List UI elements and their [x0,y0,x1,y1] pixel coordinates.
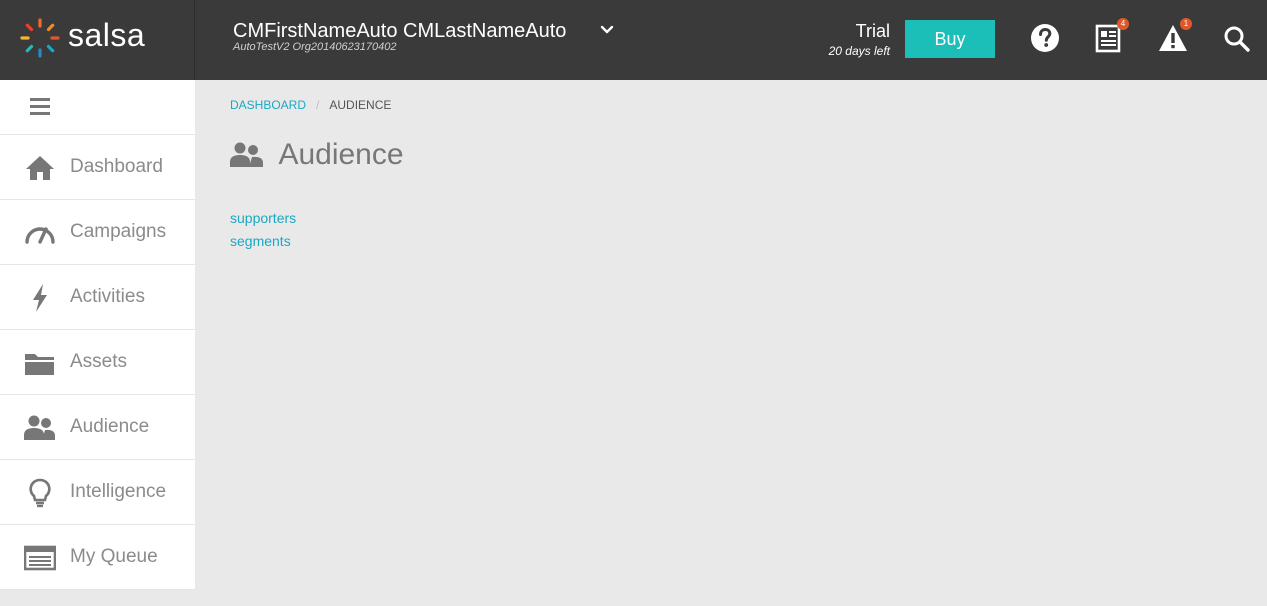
sidebar-item-dashboard[interactable]: Dashboard [0,135,195,200]
trial-days-left: 20 days left [828,44,890,58]
top-bar: salsa CMFirstNameAuto CMLastNameAuto Aut… [0,0,1267,80]
page-header: Audience [230,138,404,172]
breadcrumb-separator: / [316,98,320,112]
breadcrumb-dashboard-link[interactable]: DASHBOARD [230,98,306,112]
user-menu[interactable]: CMFirstNameAuto CMLastNameAuto AutoTestV… [233,20,566,53]
sidebar-item-activities[interactable]: Activities [0,265,195,330]
supporters-link[interactable]: supporters [230,207,296,230]
chevron-down-icon[interactable] [598,22,616,38]
search-icon[interactable] [1222,22,1252,54]
help-icon[interactable] [1030,22,1060,54]
sidebar-item-label: Campaigns [70,221,167,242]
brand-name: salsa [68,17,146,53]
breadcrumb: DASHBOARD / AUDIENCE [230,98,391,112]
people-icon [24,415,55,440]
audience-links: supporters segments [230,207,296,253]
alerts-button[interactable]: 1 [1158,18,1192,54]
sidebar-item-label: Activities [70,286,145,307]
page-title: Audience [278,138,404,171]
buy-button[interactable]: Buy [905,20,995,58]
sidebar-item-my-queue[interactable]: My Queue [0,525,195,590]
segments-link[interactable]: segments [230,230,296,253]
sidebar-item-label: Assets [70,351,128,372]
alerts-badge: 1 [1180,18,1192,30]
breadcrumb-current: AUDIENCE [329,98,392,112]
sidebar-item-label: Intelligence [70,481,167,502]
sidebar-item-intelligence[interactable]: Intelligence [0,460,195,525]
news-badge: 4 [1117,18,1129,30]
hamburger-icon [30,98,50,101]
sidebar-item-label: My Queue [70,546,158,567]
sidebar: Dashboard Campaigns Activities Assets Au… [0,80,195,590]
folder-icon [25,354,54,375]
lightbulb-icon [29,478,51,508]
sidebar-item-campaigns[interactable]: Campaigns [0,200,195,265]
people-icon [230,142,263,167]
gauge-icon [25,227,55,244]
sidebar-item-assets[interactable]: Assets [0,330,195,395]
logo[interactable]: salsa [0,0,195,80]
hamburger-line [30,112,50,115]
home-icon [26,156,54,180]
user-name: CMFirstNameAuto CMLastNameAuto [233,20,567,42]
hamburger-line [30,105,50,108]
bolt-icon [33,284,47,312]
news-button[interactable]: 4 [1095,18,1129,54]
sidebar-item-label: Dashboard [70,156,163,177]
trial-status: Trial 20 days left [829,21,890,58]
sidebar-item-audience[interactable]: Audience [0,395,195,460]
salsa-logo-icon [20,18,60,58]
trial-label: Trial [855,21,890,41]
sidebar-item-label: Audience [70,416,150,437]
menu-toggle-button[interactable] [0,80,195,135]
list-icon [24,545,56,571]
